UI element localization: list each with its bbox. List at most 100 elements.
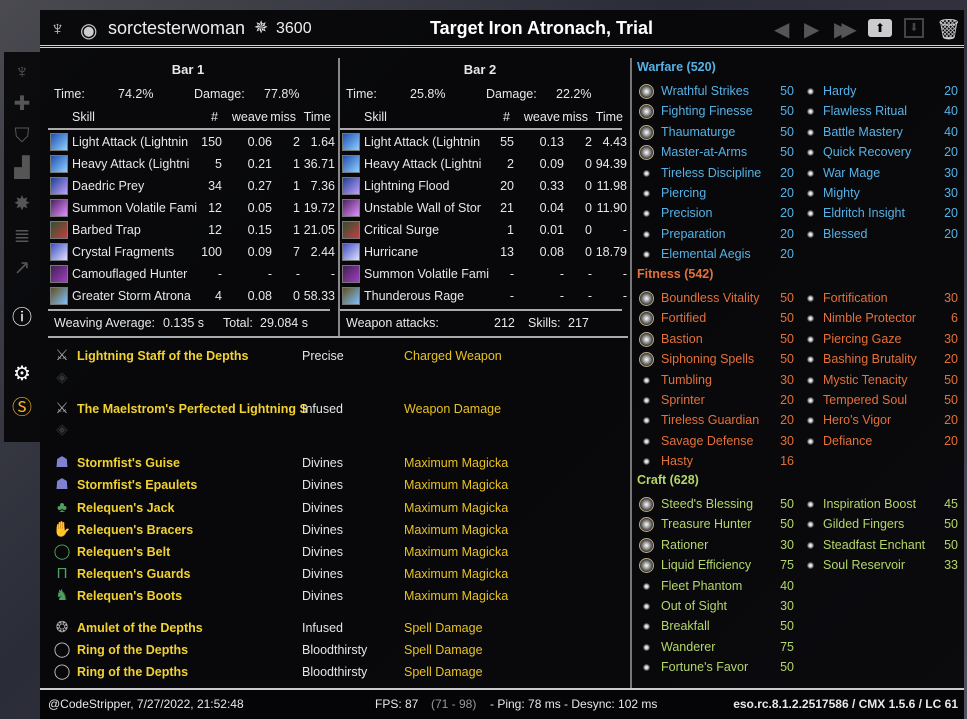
cp-star[interactable]: Hero's Vigor 20 xyxy=(803,410,958,430)
cp-star[interactable]: Boundless Vitality 50 xyxy=(639,288,794,308)
cp-star[interactable]: Out of Sight 30 xyxy=(639,596,794,616)
cp-star[interactable]: Mighty 30 xyxy=(803,183,958,203)
cp-star[interactable]: Thaumaturge 50 xyxy=(639,122,794,142)
next-icon[interactable]: ▶ xyxy=(804,17,819,42)
equipment-row[interactable]: ♞ Relequen's Boots Divines Maximum Magicka xyxy=(52,586,612,606)
equipment-row[interactable]: ◯ Relequen's Belt Divines Maximum Magicka xyxy=(52,542,612,562)
trash-icon[interactable]: 🗑 xyxy=(936,17,961,42)
cmx-icon[interactable]: Ⓢ xyxy=(10,396,34,420)
graph-icon[interactable]: ▟ xyxy=(10,156,34,180)
equipment-row[interactable]: ☗ Stormfist's Epaulets Divines Maximum Magi… xyxy=(52,475,612,495)
column-header[interactable]: Time xyxy=(304,110,331,124)
cp-star[interactable]: Piercing 20 xyxy=(639,183,794,203)
cp-star[interactable]: Rationer 30 xyxy=(639,535,794,555)
skill-row[interactable]: Summon Volatile Fami 12 0.05 1 19.72 xyxy=(50,197,335,219)
cp-star[interactable]: Master-at-Arms 50 xyxy=(639,142,794,162)
cp-star[interactable]: Liquid Efficiency 75 xyxy=(639,555,794,575)
skill-row[interactable]: Thunderous Rage - - - - xyxy=(342,285,627,307)
log-icon[interactable]: ≣ xyxy=(10,224,34,248)
settings-icon[interactable]: ⚙ xyxy=(10,362,34,386)
skill-row[interactable]: Lightning Flood 20 0.33 0 11.98 xyxy=(342,175,627,197)
cp-star[interactable]: Fortune's Favor 50 xyxy=(639,657,794,677)
info-icon[interactable]: ⓘ xyxy=(10,306,34,330)
cp-star[interactable]: Blessed 20 xyxy=(803,224,958,244)
cp-star[interactable]: Bastion 50 xyxy=(639,329,794,349)
cp-star[interactable]: Tireless Discipline 20 xyxy=(639,163,794,183)
cp-star[interactable]: Savage Defense 30 xyxy=(639,431,794,451)
cp-star[interactable]: Eldritch Insight 20 xyxy=(803,203,958,223)
ability-icon[interactable]: ✸ xyxy=(10,192,34,216)
cp-star[interactable]: Defiance 20 xyxy=(803,431,958,451)
save-icon[interactable]: ⬇ xyxy=(904,18,924,38)
cp-star[interactable]: Preparation 20 xyxy=(639,224,794,244)
skill-row[interactable]: Light Attack (Lightnin 150 0.06 2 1.64 xyxy=(50,131,335,153)
equipment-row[interactable]: ☗ Stormfist's Guise Divines Maximum Magicka xyxy=(52,453,612,473)
column-header[interactable]: weave xyxy=(232,110,268,124)
cp-star[interactable]: Breakfall 50 xyxy=(639,616,794,636)
column-header[interactable]: # xyxy=(503,110,510,124)
cp-star[interactable]: Bashing Brutality 20 xyxy=(803,349,958,369)
skill-row[interactable]: Summon Volatile Fami - - - - xyxy=(342,263,627,285)
healing-icon[interactable]: ✚ xyxy=(10,92,34,116)
skill-row[interactable]: Crystal Fragments 100 0.09 7 2.44 xyxy=(50,241,335,263)
column-header[interactable]: miss xyxy=(270,110,296,124)
skill-row[interactable]: Camouflaged Hunter - - - - xyxy=(50,263,335,285)
cp-star[interactable]: Wanderer 75 xyxy=(639,637,794,657)
prev-icon[interactable]: ◀ xyxy=(774,17,789,42)
cp-star[interactable]: Siphoning Spells 50 xyxy=(639,349,794,369)
cp-star[interactable]: Tempered Soul 50 xyxy=(803,390,958,410)
cp-star[interactable]: Battle Mastery 40 xyxy=(803,122,958,142)
last-icon[interactable]: ▶▶ xyxy=(834,17,857,42)
cp-star[interactable]: Hardy 20 xyxy=(803,81,958,101)
column-header[interactable]: # xyxy=(211,110,218,124)
skill-row[interactable]: Barbed Trap 12 0.15 1 21.05 xyxy=(50,219,335,241)
cp-star[interactable]: Steed's Blessing 50 xyxy=(639,494,794,514)
equipment-row[interactable]: ♣ Relequen's Jack Divines Maximum Magicka xyxy=(52,498,612,518)
cp-star[interactable]: Tumbling 30 xyxy=(639,370,794,390)
cp-star[interactable]: Fleet Phantom 40 xyxy=(639,576,794,596)
cp-star[interactable]: Steadfast Enchant 50 xyxy=(803,535,958,555)
equipment-row[interactable]: ◈ xyxy=(52,420,612,440)
chart-icon[interactable]: ↗ xyxy=(10,256,34,280)
equipment-row[interactable]: ⚔ The Maelstrom's Perfected Lightning S In… xyxy=(52,399,612,419)
defense-icon[interactable]: ⛉ xyxy=(10,124,34,148)
skill-row[interactable]: Daedric Prey 34 0.27 1 7.36 xyxy=(50,175,335,197)
equipment-row[interactable]: ◈ xyxy=(52,368,612,388)
cp-star[interactable]: Fighting Finesse 50 xyxy=(639,101,794,121)
cp-star[interactable]: Hasty 16 xyxy=(639,451,794,471)
cp-star[interactable]: Fortification 30 xyxy=(803,288,958,308)
column-header[interactable]: Skill xyxy=(72,110,95,124)
cp-star[interactable]: Gilded Fingers 50 xyxy=(803,514,958,534)
cp-star[interactable]: War Mage 30 xyxy=(803,163,958,183)
equipment-row[interactable]: ❂ Amulet of the Depths Infused Spell Damage xyxy=(52,618,612,638)
skill-row[interactable]: Heavy Attack (Lightni 5 0.21 1 36.71 xyxy=(50,153,335,175)
column-header[interactable]: Skill xyxy=(364,110,387,124)
equipment-row[interactable]: ◯ Ring of the Depths Bloodthirsty Spell Dam… xyxy=(52,640,612,660)
cp-star[interactable]: Fortified 50 xyxy=(639,308,794,328)
skill-row[interactable]: Heavy Attack (Lightni 2 0.09 0 94.39 xyxy=(342,153,627,175)
column-header[interactable]: weave xyxy=(524,110,560,124)
fight-report-icon[interactable]: ♆ xyxy=(10,60,34,84)
cp-star[interactable]: Flawless Ritual 40 xyxy=(803,101,958,121)
cp-star[interactable]: Treasure Hunter 50 xyxy=(639,514,794,534)
skill-row[interactable]: Hurricane 13 0.08 0 18.79 xyxy=(342,241,627,263)
column-header[interactable]: miss xyxy=(562,110,588,124)
cp-star[interactable]: Tireless Guardian 20 xyxy=(639,410,794,430)
cp-star[interactable]: Mystic Tenacity 50 xyxy=(803,370,958,390)
cp-star[interactable]: Sprinter 20 xyxy=(639,390,794,410)
skill-row[interactable]: Critical Surge 1 0.01 0 - xyxy=(342,219,627,241)
cp-star[interactable]: Quick Recovery 20 xyxy=(803,142,958,162)
equipment-row[interactable]: ✋ Relequen's Bracers Divines Maximum Magick… xyxy=(52,520,612,540)
cp-star[interactable]: Soul Reservoir 33 xyxy=(803,555,958,575)
cp-star[interactable]: Nimble Protector 6 xyxy=(803,308,958,328)
cp-star[interactable]: Wrathful Strikes 50 xyxy=(639,81,794,101)
cp-star[interactable]: Elemental Aegis 20 xyxy=(639,244,794,264)
column-header[interactable]: Time xyxy=(596,110,623,124)
cp-star[interactable]: Precision 20 xyxy=(639,203,794,223)
skill-row[interactable]: Unstable Wall of Stor 21 0.04 0 11.90 xyxy=(342,197,627,219)
cp-star[interactable]: Piercing Gaze 30 xyxy=(803,329,958,349)
equipment-row[interactable]: ⚔ Lightning Staff of the Depths Precise Cha… xyxy=(52,346,612,366)
skill-row[interactable]: Greater Storm Atrona 4 0.08 0 58.33 xyxy=(50,285,335,307)
skill-row[interactable]: Light Attack (Lightnin 55 0.13 2 4.43 xyxy=(342,131,627,153)
upload-icon[interactable]: ⬆ xyxy=(868,19,892,37)
